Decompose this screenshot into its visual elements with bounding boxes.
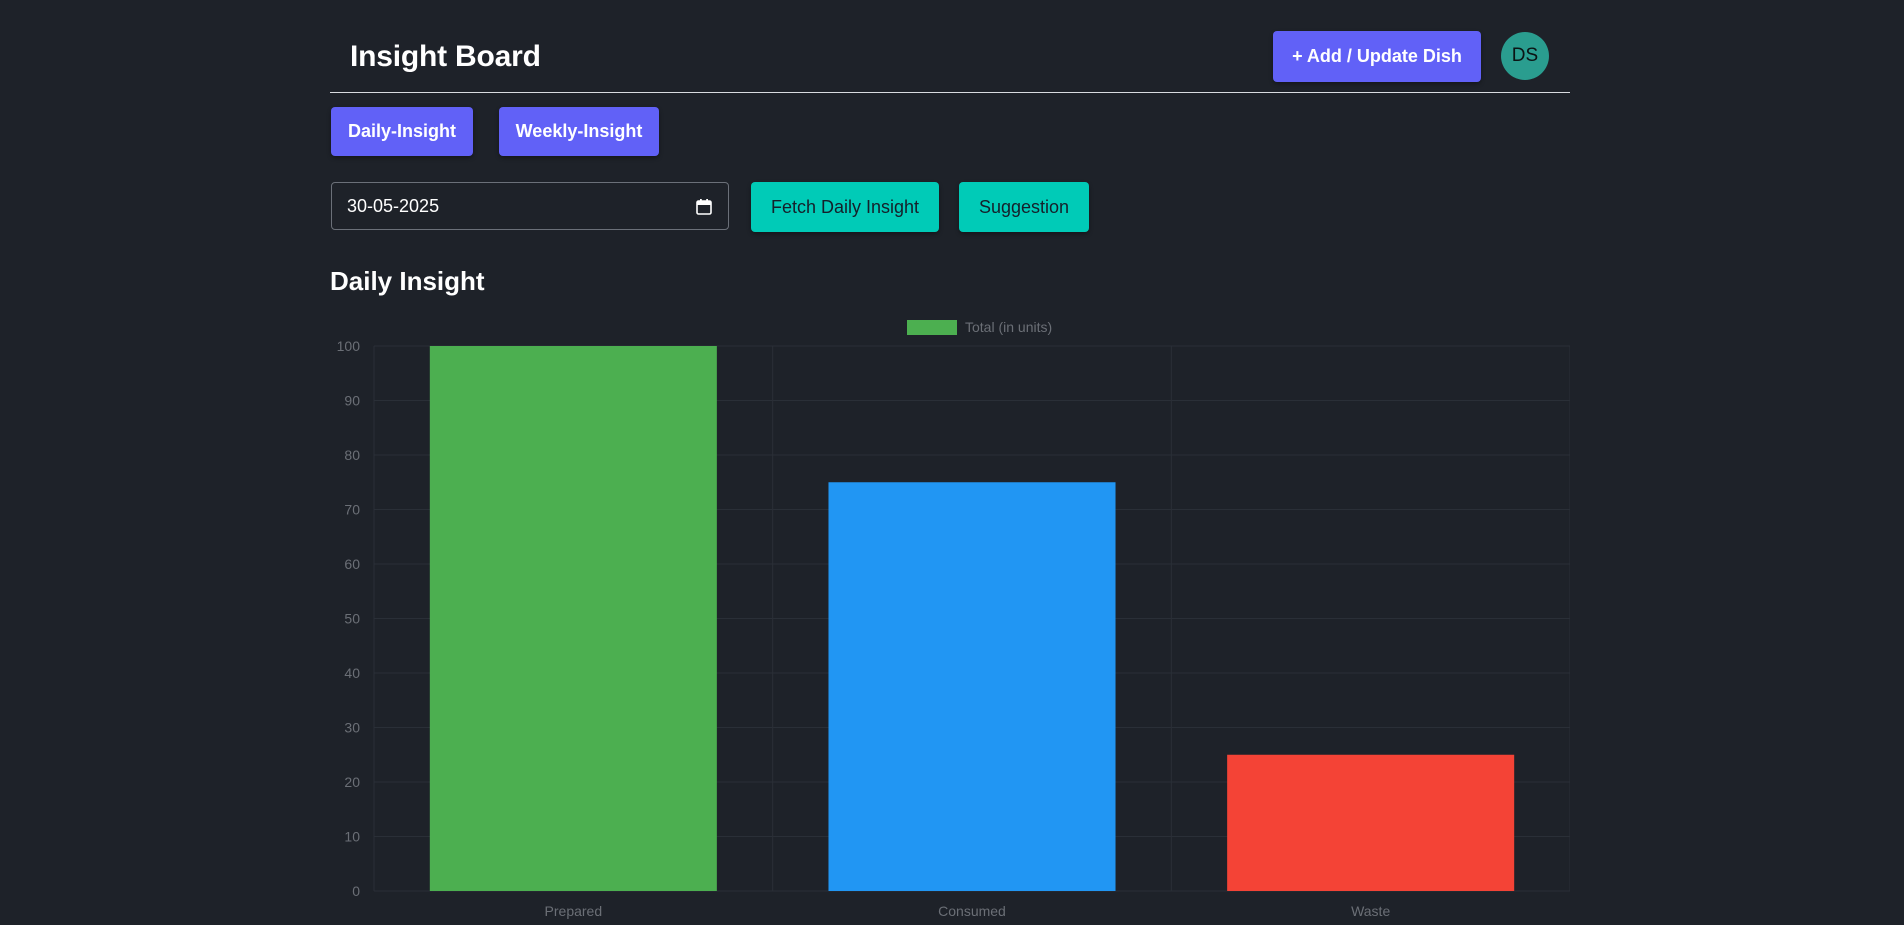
date-value: 30-05-2025 [347, 196, 440, 216]
bar-prepared [429, 346, 717, 891]
main-container: Insight Board + Add / Update Dish DS Dai… [330, 0, 1570, 925]
date-input[interactable]: 30-05-2025 [331, 182, 729, 230]
y-tick-label: 0 [352, 883, 360, 899]
x-tick-label: Prepared [545, 903, 603, 919]
header: Insight Board + Add / Update Dish DS [330, 20, 1570, 93]
y-tick-label: 100 [337, 338, 361, 354]
y-tick-label: 10 [344, 829, 360, 845]
y-tick-label: 90 [344, 393, 360, 409]
fetch-daily-insight-button[interactable]: Fetch Daily Insight [751, 182, 939, 232]
y-tick-label: 50 [344, 611, 360, 627]
y-tick-label: 60 [344, 556, 360, 572]
suggestion-button[interactable]: Suggestion [959, 182, 1089, 232]
bar-consumed [828, 482, 1116, 891]
x-tick-label: Waste [1351, 903, 1390, 919]
avatar[interactable]: DS [1501, 32, 1549, 80]
section-title: Daily Insight [330, 266, 485, 296]
y-tick-label: 30 [344, 720, 360, 736]
bar-waste [1227, 754, 1515, 891]
tab-daily-insight[interactable]: Daily-Insight [331, 107, 473, 156]
add-update-dish-button[interactable]: + Add / Update Dish [1273, 31, 1481, 82]
bar-chart: 0 10 20 30 40 50 60 70 80 90 100 Prepared Consumed Wa… [337, 319, 1570, 919]
y-tick-label: 80 [344, 447, 360, 463]
calendar-icon[interactable] [696, 198, 712, 215]
legend-swatch [907, 320, 957, 335]
y-tick-label: 40 [344, 665, 360, 681]
legend-label: Total (in units) [965, 319, 1052, 335]
x-tick-label: Consumed [938, 903, 1006, 919]
tab-weekly-insight[interactable]: Weekly-Insight [499, 107, 659, 156]
y-tick-label: 20 [344, 774, 360, 790]
y-tick-label: 70 [344, 502, 360, 518]
page-title: Insight Board [350, 40, 541, 73]
